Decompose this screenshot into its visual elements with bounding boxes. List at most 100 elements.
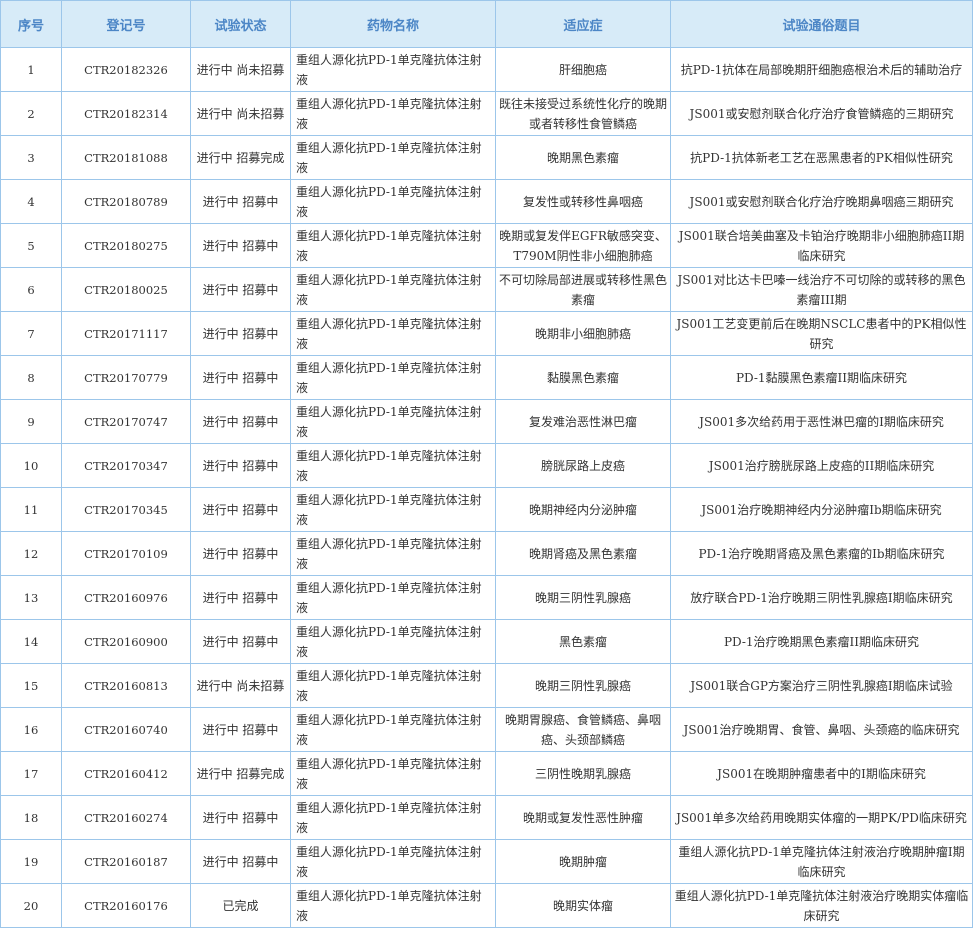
header-row: 序号 登记号 试验状态 药物名称 适应症 试验通俗题目 bbox=[0, 0, 973, 48]
cell-title: PD-1治疗晚期黑色素瘤II期临床研究 bbox=[670, 619, 973, 664]
cell-drug: 重组人源化抗PD-1单克隆抗体注射液 bbox=[290, 47, 496, 92]
cell-title: JS001对比达卡巴嗪一线治疗不可切除的或转移的黑色素瘤III期 bbox=[670, 267, 973, 312]
cell-indication: 黑色素瘤 bbox=[495, 619, 671, 664]
column-header-title: 试验通俗题目 bbox=[670, 0, 973, 48]
cell-serial: 18 bbox=[0, 795, 62, 840]
cell-title: JS001治疗晚期胃、食管、鼻咽、头颈癌的临床研究 bbox=[670, 707, 973, 752]
cell-title: 重组人源化抗PD-1单克隆抗体注射液治疗晚期肿瘤I期临床研究 bbox=[670, 839, 973, 884]
cell-serial: 9 bbox=[0, 399, 62, 444]
cell-registration: CTR20180025 bbox=[61, 267, 191, 312]
cell-drug: 重组人源化抗PD-1单克隆抗体注射液 bbox=[290, 707, 496, 752]
cell-drug: 重组人源化抗PD-1单克隆抗体注射液 bbox=[290, 487, 496, 532]
cell-serial: 14 bbox=[0, 619, 62, 664]
cell-title: 抗PD-1抗体新老工艺在恶黑患者的PK相似性研究 bbox=[670, 135, 973, 180]
cell-status: 进行中 招募中 bbox=[190, 487, 291, 532]
cell-drug: 重组人源化抗PD-1单克隆抗体注射液 bbox=[290, 443, 496, 488]
table-row: 15 CTR20160813 进行中 尚未招募 重组人源化抗PD-1单克隆抗体注射液晚… bbox=[0, 663, 973, 708]
table-row: 17 CTR20160412 进行中 招募完成 重组人源化抗PD-1单克隆抗体注射液三… bbox=[0, 751, 973, 796]
cell-serial: 15 bbox=[0, 663, 62, 708]
table-row: 3 CTR20181088 进行中 招募完成 重组人源化抗PD-1单克隆抗体注射液 晚期… bbox=[0, 135, 973, 180]
table-row: 12 CTR20170109 进行中 招募中 重组人源化抗PD-1单克隆抗体注射液 晚期… bbox=[0, 531, 973, 576]
cell-serial: 1 bbox=[0, 47, 62, 92]
table-row: 2 CTR20182314 进行中 尚未招募 重组人源化抗PD-1单克隆抗体注射液 既往… bbox=[0, 91, 973, 136]
cell-title: JS001多次给药用于恶性淋巴瘤的I期临床研究 bbox=[670, 399, 973, 444]
cell-registration: CTR20160900 bbox=[61, 619, 191, 664]
cell-serial: 16 bbox=[0, 707, 62, 752]
cell-status: 进行中 招募中 bbox=[190, 619, 291, 664]
cell-indication: 晚期三阴性乳腺癌 bbox=[495, 663, 671, 708]
table-row: 19 CTR20160187 进行中 招募中 重组人源化抗PD-1单克隆抗体注射液 晚期… bbox=[0, 839, 973, 884]
cell-serial: 8 bbox=[0, 355, 62, 400]
cell-serial: 11 bbox=[0, 487, 62, 532]
cell-serial: 5 bbox=[0, 223, 62, 268]
cell-indication: 晚期胃腺癌、食管鳞癌、鼻咽癌、头颈部鳞癌 bbox=[495, 707, 671, 752]
cell-status: 进行中 招募完成 bbox=[190, 135, 291, 180]
cell-status: 进行中 招募中 bbox=[190, 795, 291, 840]
cell-status: 进行中 招募中 bbox=[190, 311, 291, 356]
cell-status: 进行中 招募中 bbox=[190, 223, 291, 268]
table-header: 序号 登记号 试验状态 药物名称 适应症 试验通俗题目 bbox=[0, 0, 973, 48]
cell-title: PD-1黏膜黑色素瘤II期临床研究 bbox=[670, 355, 973, 400]
cell-status: 进行中 招募中 bbox=[190, 355, 291, 400]
cell-registration: CTR20180275 bbox=[61, 223, 191, 268]
cell-serial: 19 bbox=[0, 839, 62, 884]
cell-registration: CTR20160813 bbox=[61, 663, 191, 708]
cell-drug: 重组人源化抗PD-1单克隆抗体注射液 bbox=[290, 311, 496, 356]
cell-drug: 重组人源化抗PD-1单克隆抗体注射液 bbox=[290, 91, 496, 136]
cell-indication: 晚期三阴性乳腺癌 bbox=[495, 575, 671, 620]
table-row: 18 CTR20160274 进行中 招募中 重组人源化抗PD-1单克隆抗体注射液 晚期… bbox=[0, 795, 973, 840]
cell-registration: CTR20160187 bbox=[61, 839, 191, 884]
table-row: 13 CTR20160976 进行中 招募中 重组人源化抗PD-1单克隆抗体注射液 晚期… bbox=[0, 575, 973, 620]
column-header-drug: 药物名称 bbox=[290, 0, 496, 48]
table-row: 7 CTR20171117 进行中 招募中 重组人源化抗PD-1单克隆抗体注射液 晚期非… bbox=[0, 311, 973, 356]
cell-status: 进行中 尚未招募 bbox=[190, 663, 291, 708]
table-row: 9 CTR20170747 进行中 招募中 重组人源化抗PD-1单克隆抗体注射液 复发难… bbox=[0, 399, 973, 444]
cell-indication: 晚期实体瘤 bbox=[495, 883, 671, 928]
table-row: 4 CTR20180789 进行中 招募中 重组人源化抗PD-1单克隆抗体注射液 复发性… bbox=[0, 179, 973, 224]
cell-title: JS001在晚期肿瘤患者中的I期临床研究 bbox=[670, 751, 973, 796]
cell-serial: 7 bbox=[0, 311, 62, 356]
cell-serial: 12 bbox=[0, 531, 62, 576]
cell-registration: CTR20170345 bbox=[61, 487, 191, 532]
cell-registration: CTR20182326 bbox=[61, 47, 191, 92]
cell-drug: 重组人源化抗PD-1单克隆抗体注射液 bbox=[290, 575, 496, 620]
cell-status: 进行中 招募中 bbox=[190, 707, 291, 752]
column-header-serial: 序号 bbox=[0, 0, 62, 48]
cell-registration: CTR20170779 bbox=[61, 355, 191, 400]
cell-title: JS001联合培美曲塞及卡铂治疗晚期非小细胞肺癌II期临床研究 bbox=[670, 223, 973, 268]
table-row: 11 CTR20170345 进行中 招募中 重组人源化抗PD-1单克隆抗体注射液 晚期… bbox=[0, 487, 973, 532]
cell-serial: 10 bbox=[0, 443, 62, 488]
cell-indication: 晚期非小细胞肺癌 bbox=[495, 311, 671, 356]
cell-title: JS001治疗晚期神经内分泌肿瘤Ib期临床研究 bbox=[670, 487, 973, 532]
cell-status: 进行中 招募中 bbox=[190, 839, 291, 884]
cell-indication: 不可切除局部进展或转移性黑色素瘤 bbox=[495, 267, 671, 312]
cell-drug: 重组人源化抗PD-1单克隆抗体注射液 bbox=[290, 223, 496, 268]
cell-drug: 重组人源化抗PD-1单克隆抗体注射液 bbox=[290, 179, 496, 224]
cell-drug: 重组人源化抗PD-1单克隆抗体注射液 bbox=[290, 795, 496, 840]
cell-indication: 晚期肾癌及黑色素瘤 bbox=[495, 531, 671, 576]
cell-title: 放疗联合PD-1治疗晚期三阴性乳腺癌I期临床研究 bbox=[670, 575, 973, 620]
cell-drug: 重组人源化抗PD-1单克隆抗体注射液 bbox=[290, 531, 496, 576]
cell-registration: CTR20160976 bbox=[61, 575, 191, 620]
cell-title: PD-1治疗晚期肾癌及黑色素瘤的Ib期临床研究 bbox=[670, 531, 973, 576]
table-row: 6 CTR20180025 进行中 招募中 重组人源化抗PD-1单克隆抗体注射液 不可切… bbox=[0, 267, 973, 312]
cell-registration: CTR20182314 bbox=[61, 91, 191, 136]
table-row: 16 CTR20160740 进行中 招募中 重组人源化抗PD-1单克隆抗体注射液 晚期… bbox=[0, 707, 973, 752]
cell-indication: 晚期肿瘤 bbox=[495, 839, 671, 884]
table-row: 14 CTR20160900 进行中 招募中 重组人源化抗PD-1单克隆抗体注射液 黑色… bbox=[0, 619, 973, 664]
table-row: 10 CTR20170347 进行中 招募中 重组人源化抗PD-1单克隆抗体注射液 膀胱… bbox=[0, 443, 973, 488]
cell-registration: CTR20160412 bbox=[61, 751, 191, 796]
cell-registration: CTR20181088 bbox=[61, 135, 191, 180]
cell-drug: 重组人源化抗PD-1单克隆抗体注射液 bbox=[290, 267, 496, 312]
table-row: 1 CTR20182326 进行中 尚未招募 重组人源化抗PD-1单克隆抗体注射液 肝细… bbox=[0, 47, 973, 92]
cell-indication: 晚期黑色素瘤 bbox=[495, 135, 671, 180]
cell-registration: CTR20171117 bbox=[61, 311, 191, 356]
cell-serial: 3 bbox=[0, 135, 62, 180]
cell-registration: CTR20160274 bbox=[61, 795, 191, 840]
cell-title: JS001联合GP方案治疗三阴性乳腺癌I期临床试验 bbox=[670, 663, 973, 708]
cell-indication: 三阴性晚期乳腺癌 bbox=[495, 751, 671, 796]
cell-serial: 17 bbox=[0, 751, 62, 796]
cell-title: JS001或安慰剂联合化疗治疗食管鳞癌的三期研究 bbox=[670, 91, 973, 136]
cell-title: JS001治疗膀胱尿路上皮癌的II期临床研究 bbox=[670, 443, 973, 488]
cell-serial: 2 bbox=[0, 91, 62, 136]
